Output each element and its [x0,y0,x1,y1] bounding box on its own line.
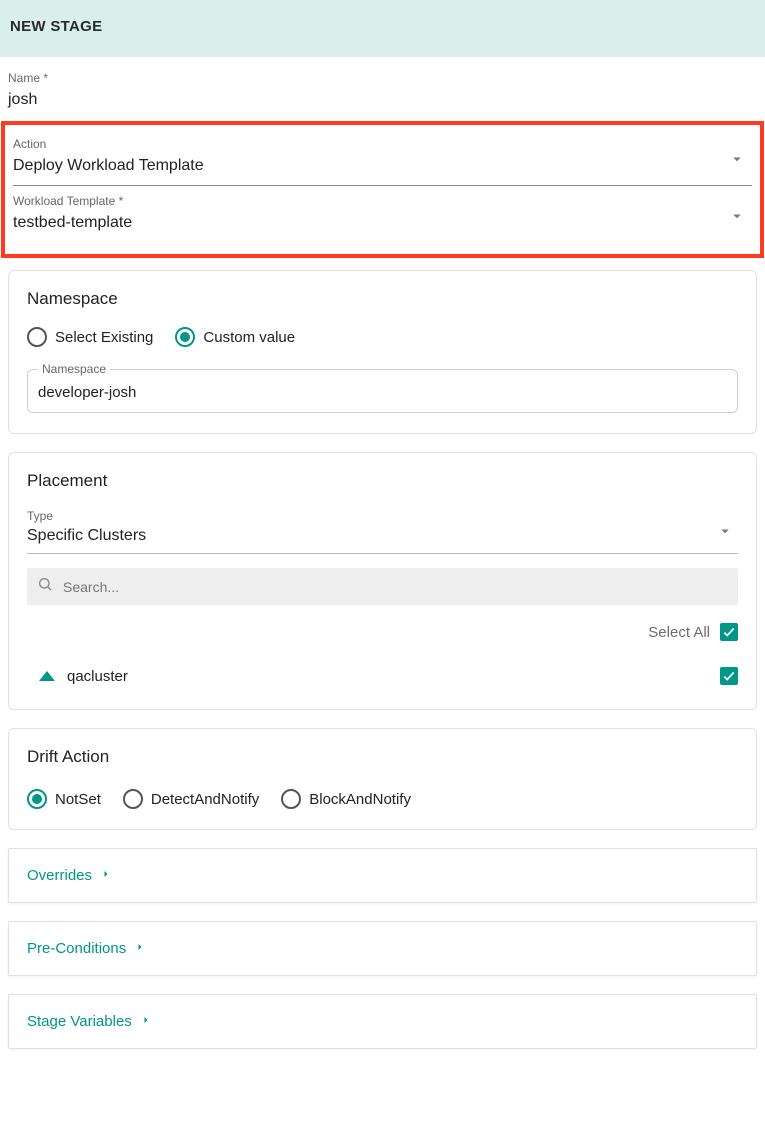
radio-icon [27,789,47,809]
radio-label: BlockAndNotify [309,791,411,808]
drift-radio-block[interactable]: BlockAndNotify [281,789,411,809]
placement-type-value: Specific Clusters [27,527,146,544]
name-label: Name * [8,71,757,85]
workload-template-label: Workload Template * [13,194,752,208]
namespace-input[interactable]: Namespace developer-josh [27,369,738,413]
search-icon [37,576,53,597]
radio-icon [123,789,143,809]
chevron-down-icon [728,150,746,173]
name-field[interactable]: Name * josh [8,65,757,119]
cluster-search-input[interactable] [61,578,728,596]
chevron-right-icon [100,867,112,884]
chevron-down-icon [716,522,734,545]
radio-icon [27,327,47,347]
radio-icon [175,327,195,347]
chevron-right-icon [140,1013,152,1030]
placement-type-label: Type [27,509,738,523]
placement-title: Placement [27,471,738,491]
drift-action-card: Drift Action NotSet DetectAndNotify Bloc… [8,728,757,830]
chevron-right-icon [134,940,146,957]
action-label: Action [13,137,752,151]
select-all-label: Select All [648,624,710,641]
stagevars-label: Stage Variables [27,1013,132,1030]
drift-radio-group: NotSet DetectAndNotify BlockAndNotify [27,789,738,809]
placement-card: Placement Type Specific Clusters Select … [8,452,757,710]
namespace-input-value: developer-josh [38,384,136,401]
namespace-radio-custom[interactable]: Custom value [175,327,295,347]
page-banner: NEW STAGE [0,0,765,57]
preconditions-label: Pre-Conditions [27,940,126,957]
name-value: josh [8,87,757,115]
workload-template-value: testbed-template [13,210,752,238]
overrides-panel[interactable]: Overrides [8,848,757,903]
expand-up-icon[interactable] [39,671,55,681]
highlight-action-template: Action Deploy Workload Template Workload… [1,121,764,258]
drift-radio-detect[interactable]: DetectAndNotify [123,789,259,809]
banner-title: NEW STAGE [10,18,102,35]
drift-title: Drift Action [27,747,738,767]
radio-label: Custom value [203,329,295,346]
action-select[interactable]: Action Deploy Workload Template [13,131,752,186]
namespace-title: Namespace [27,289,738,309]
drift-radio-notset[interactable]: NotSet [27,789,101,809]
select-all-checkbox[interactable] [720,623,738,641]
cluster-item[interactable]: qacluster [27,663,738,689]
placement-type-select[interactable]: Specific Clusters [27,527,738,554]
namespace-radio-group: Select Existing Custom value [27,327,738,347]
chevron-down-icon [728,207,746,230]
cluster-checkbox[interactable] [720,667,738,685]
namespace-radio-existing[interactable]: Select Existing [27,327,153,347]
overrides-label: Overrides [27,867,92,884]
radio-label: DetectAndNotify [151,791,259,808]
namespace-card: Namespace Select Existing Custom value N… [8,270,757,434]
cluster-name: qacluster [67,668,128,685]
radio-label: NotSet [55,791,101,808]
preconditions-panel[interactable]: Pre-Conditions [8,921,757,976]
radio-icon [281,789,301,809]
workload-template-select[interactable]: Workload Template * testbed-template [13,188,752,242]
radio-label: Select Existing [55,329,153,346]
cluster-search[interactable] [27,568,738,605]
stagevars-panel[interactable]: Stage Variables [8,994,757,1049]
namespace-input-label: Namespace [38,362,110,376]
action-value: Deploy Workload Template [13,153,752,181]
